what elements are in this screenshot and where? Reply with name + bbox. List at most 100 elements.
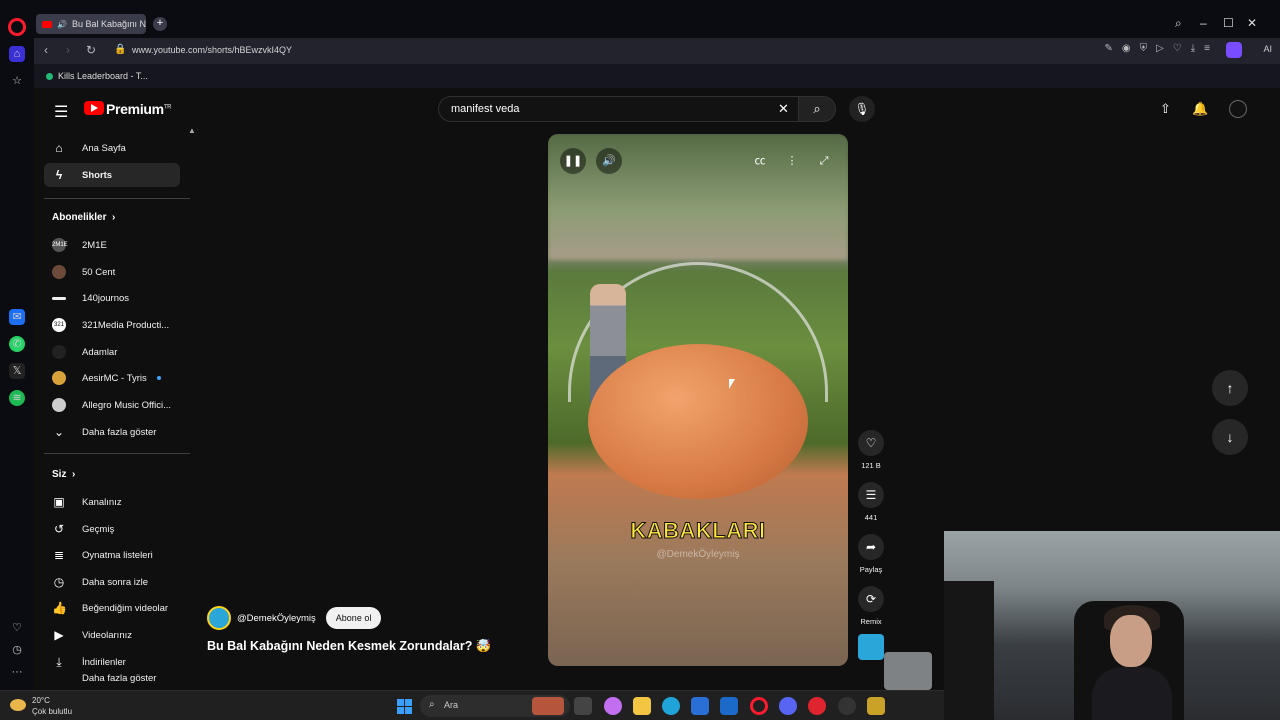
- subscriptions-heading[interactable]: Abonelikler ›: [52, 212, 115, 223]
- remix-icon[interactable]: ⟳: [858, 586, 884, 612]
- whatsapp-icon[interactable]: ✆: [9, 336, 25, 352]
- sidebar-subscription[interactable]: Allegro Music Offici...: [44, 393, 180, 417]
- search-highlight-icon[interactable]: [532, 697, 564, 715]
- camera-icon[interactable]: ◉: [1122, 43, 1131, 54]
- app-gold-icon[interactable]: [867, 697, 885, 715]
- upload-icon[interactable]: ⇧: [1160, 101, 1171, 117]
- forward-icon[interactable]: ›: [66, 43, 70, 57]
- heart-icon[interactable]: ♡: [1173, 43, 1182, 54]
- sidebar-item-more[interactable]: Daha fazla göster: [44, 673, 180, 687]
- heart-sidebar-icon[interactable]: ♡: [9, 620, 25, 636]
- sidebar-subscription[interactable]: Adamlar: [44, 340, 180, 364]
- task-view-icon[interactable]: [574, 697, 592, 715]
- x-twitter-icon[interactable]: 𝕏: [9, 363, 25, 379]
- opera-taskbar-icon[interactable]: [750, 697, 768, 715]
- profile-avatar[interactable]: [1226, 42, 1242, 58]
- close-window-button[interactable]: ✕: [1247, 16, 1257, 30]
- discord-icon[interactable]: [779, 697, 797, 715]
- sidebar-subscription[interactable]: 321 321Media Producti...: [44, 313, 180, 337]
- webcam-body: [1092, 667, 1172, 720]
- show-more-button[interactable]: ⌄ Daha fazla göster: [44, 420, 180, 444]
- home-icon[interactable]: ⌂: [9, 46, 25, 62]
- messenger-icon[interactable]: ✉: [9, 309, 25, 325]
- play-icon[interactable]: ▷: [1156, 43, 1164, 54]
- opera-logo-icon[interactable]: [8, 18, 26, 36]
- sidebar-subscription[interactable]: 50 Cent: [44, 260, 180, 284]
- account-avatar[interactable]: [1229, 100, 1247, 118]
- like-action[interactable]: ♡ 121 B: [856, 430, 886, 470]
- pause-icon[interactable]: ❚❚: [560, 148, 586, 174]
- video-watermark: @DemekÖyleymiş: [656, 549, 740, 560]
- sidebar-subscription[interactable]: 2M1E 2M1E: [44, 233, 180, 257]
- store-icon[interactable]: [691, 697, 709, 715]
- share-action[interactable]: ➦ Paylaş: [856, 534, 886, 574]
- reload-icon[interactable]: ↻: [86, 43, 96, 57]
- clear-search-icon[interactable]: ✕: [778, 101, 789, 117]
- more-options-icon[interactable]: ⋮: [779, 148, 805, 174]
- ai-button[interactable]: AI: [1263, 44, 1272, 54]
- remix-action[interactable]: ⟳ Remix: [856, 586, 886, 626]
- sidebar-item-your-videos[interactable]: ▶ Videolarınız: [44, 623, 180, 647]
- file-explorer-icon[interactable]: [633, 697, 651, 715]
- browser-tab[interactable]: 🔊 Bu Bal Kabağını Nede: [36, 14, 146, 34]
- edit-icon[interactable]: ✎: [1104, 43, 1112, 54]
- comment-icon[interactable]: ☰: [858, 482, 884, 508]
- shield-icon[interactable]: ⛨: [1140, 43, 1148, 54]
- heart-icon[interactable]: ♡: [858, 430, 884, 456]
- sidebar-item-home[interactable]: ⌂ Ana Sayfa: [44, 136, 180, 160]
- history-sidebar-icon[interactable]: ◷: [9, 642, 25, 658]
- captions-icon[interactable]: ㏄: [747, 148, 773, 174]
- sidebar-item-playlists[interactable]: ≣ Oynatma listeleri: [44, 543, 180, 567]
- youtube-brand[interactable]: PremiumTR: [106, 101, 172, 117]
- youtube-logo-icon[interactable]: [84, 101, 104, 115]
- sidebar-subscription[interactable]: 140journos: [44, 286, 180, 310]
- pinboard-icon[interactable]: ☆: [9, 73, 25, 89]
- outlook-icon[interactable]: [720, 697, 738, 715]
- next-short-button[interactable]: ↓: [1212, 419, 1248, 455]
- sidebar-item-watch-later[interactable]: ◷ Daha sonra izle: [44, 570, 180, 594]
- previous-short-button[interactable]: ↑: [1212, 370, 1248, 406]
- giant-pumpkin: [588, 344, 808, 499]
- subscribe-button[interactable]: Abone ol: [325, 607, 382, 629]
- tab-search-icon[interactable]: ⌕: [1175, 16, 1182, 31]
- notification-bell-icon[interactable]: 🔔: [1192, 101, 1208, 117]
- menu-icon[interactable]: ☰: [54, 102, 68, 122]
- shorts-video-player[interactable]: KABAKLARI @DemekÖyleymiş ❚❚ 🔊 ㏄ ⋮ ⤢: [548, 134, 848, 666]
- speaker-icon[interactable]: 🔊: [57, 20, 67, 29]
- edge-icon[interactable]: [662, 697, 680, 715]
- new-tab-button[interactable]: +: [153, 17, 167, 31]
- minimize-button[interactable]: –: [1200, 16, 1207, 30]
- share-icon[interactable]: ➦: [858, 534, 884, 560]
- sidebar-item-shorts[interactable]: ϟ Shorts: [44, 163, 180, 187]
- comment-action[interactable]: ☰ 441: [856, 482, 886, 522]
- sidebar-item-history[interactable]: ↺ Geçmiş: [44, 517, 180, 541]
- menu-icon[interactable]: ≡: [1204, 43, 1210, 54]
- download-icon[interactable]: ⤓: [1191, 43, 1195, 54]
- back-icon[interactable]: ‹: [44, 43, 48, 57]
- microphone-icon[interactable]: 🎙: [849, 96, 875, 122]
- weather-widget[interactable]: 20°C Çok bulutlu: [10, 695, 72, 717]
- channel-name[interactable]: @DemekÖyleymiş: [237, 613, 316, 624]
- spotify-icon[interactable]: ≋: [9, 390, 25, 406]
- more-icon[interactable]: ···: [9, 664, 25, 680]
- lock-icon[interactable]: 🔒: [114, 44, 126, 55]
- sidebar-item-liked-videos[interactable]: 👍 Beğendiğim videolar: [44, 596, 180, 620]
- url-field[interactable]: www.youtube.com/shorts/hBEwzvkI4QY: [132, 45, 292, 55]
- you-heading[interactable]: Siz ›: [52, 469, 75, 480]
- windows-start-icon[interactable]: [397, 699, 412, 714]
- sidebar-scroll-up-icon[interactable]: ▲: [188, 126, 196, 135]
- sidebar-item-your-channel[interactable]: ▣ Kanalınız: [44, 490, 180, 514]
- sidebar-subscription[interactable]: AesirMC - Tyris: [44, 366, 180, 390]
- volume-icon[interactable]: 🔊: [596, 148, 622, 174]
- app-icon[interactable]: [838, 697, 856, 715]
- record-icon[interactable]: [808, 697, 826, 715]
- search-button[interactable]: ⌕: [798, 96, 836, 122]
- fullscreen-icon[interactable]: ⤢: [811, 148, 837, 174]
- bookmark-item[interactable]: Kills Leaderboard - T...: [58, 71, 148, 81]
- maximize-button[interactable]: ☐: [1223, 16, 1234, 30]
- channel-avatar[interactable]: [207, 606, 231, 630]
- sidebar-item-downloads[interactable]: ⤓ İndirilenler: [44, 650, 180, 674]
- search-input[interactable]: manifest veda: [438, 96, 798, 122]
- sound-thumbnail[interactable]: [858, 634, 884, 660]
- copilot-icon[interactable]: [604, 697, 622, 715]
